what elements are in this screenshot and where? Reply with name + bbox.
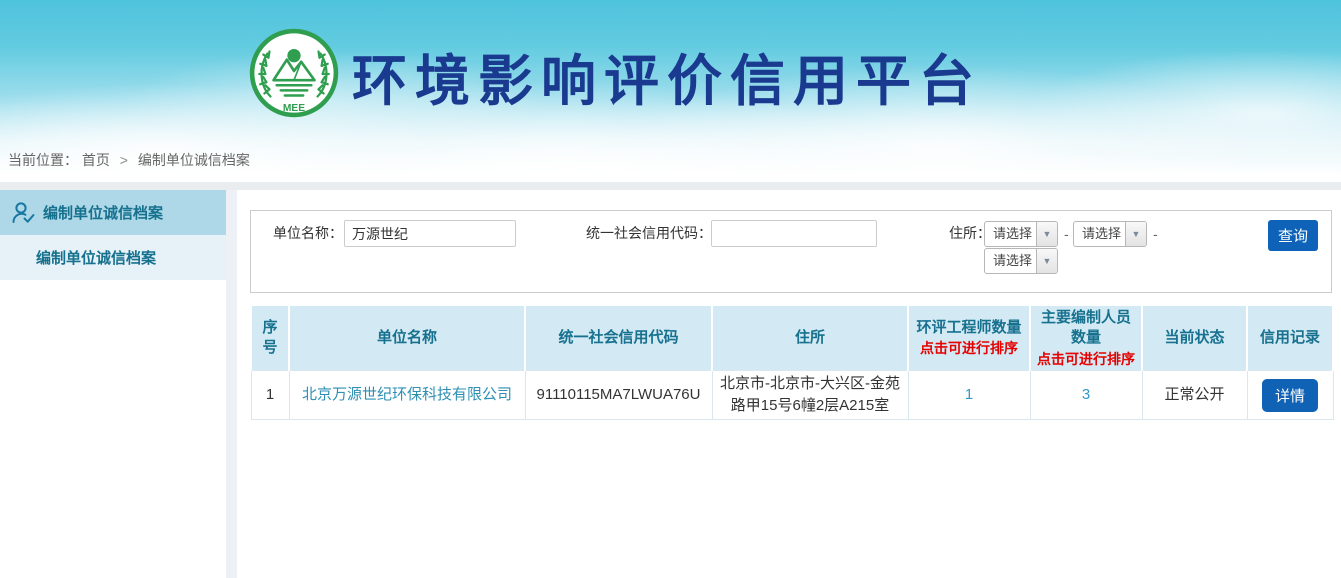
- row-address: 北京市-北京市-大兴区-金苑路甲15号6幢2层A215室: [712, 371, 908, 420]
- col-credit-record: 信用记录: [1247, 306, 1333, 371]
- main-content: 单位名称： 统一社会信用代码： 住所： 请选择 ▼ - 请选择 ▼ - 请选择 …: [250, 190, 1332, 420]
- address-dash-2: -: [1153, 221, 1158, 248]
- col-status: 当前状态: [1142, 306, 1247, 371]
- table-header-row: 序号 单位名称 统一社会信用代码 住所 环评工程师数量 点击可进行排序 主要编制…: [251, 306, 1333, 371]
- col-address: 住所: [712, 306, 908, 371]
- header-divider: [0, 182, 1341, 190]
- col-staff-count-label: 主要编制人员数量: [1035, 308, 1137, 349]
- unit-name-input[interactable]: [344, 220, 516, 247]
- col-engineer-count-label: 环评工程师数量: [913, 318, 1025, 338]
- breadcrumb-separator: >: [120, 152, 128, 168]
- sidebar: 编制单位诚信档案 编制单位诚信档案: [0, 190, 227, 280]
- chevron-down-icon: ▼: [1036, 222, 1057, 246]
- row-index: 1: [251, 371, 289, 420]
- breadcrumb-prefix: 当前位置：: [8, 152, 78, 168]
- sidebar-item-credit-archive[interactable]: 编制单位诚信档案: [0, 235, 227, 280]
- address-district-select[interactable]: 请选择 ▼: [984, 248, 1058, 274]
- credit-code-input[interactable]: [711, 220, 877, 247]
- detail-button[interactable]: 详情: [1262, 379, 1318, 412]
- row-status: 正常公开: [1142, 371, 1247, 420]
- col-staff-count-sort[interactable]: 主要编制人员数量 点击可进行排序: [1030, 306, 1142, 371]
- engineer-count-link[interactable]: 1: [965, 386, 973, 403]
- col-index: 序号: [251, 306, 289, 371]
- sort-hint: 点击可进行排序: [913, 339, 1025, 358]
- staff-count-link[interactable]: 3: [1082, 386, 1090, 403]
- col-unit-name: 单位名称: [289, 306, 525, 371]
- mee-logo-text: MEE: [283, 103, 305, 114]
- sidebar-item-label: 编制单位诚信档案: [36, 247, 156, 268]
- address-district-value: 请选择: [985, 249, 1036, 273]
- breadcrumb: 当前位置： 首页 > 编制单位诚信档案: [8, 150, 250, 170]
- address-province-select[interactable]: 请选择 ▼: [984, 221, 1058, 247]
- sidebar-content-divider: [226, 190, 237, 578]
- address-province-value: 请选择: [985, 222, 1036, 246]
- credit-code-label: 统一社会信用代码：: [586, 220, 712, 247]
- page: MEE 环境影响评价信用平台 当前位置： 首页 > 编制单位诚信档案 编制单位诚…: [0, 0, 1341, 578]
- mee-logo-icon: MEE: [248, 27, 340, 119]
- address-city-select[interactable]: 请选择 ▼: [1073, 221, 1147, 247]
- results-table: 序号 单位名称 统一社会信用代码 住所 环评工程师数量 点击可进行排序 主要编制…: [250, 306, 1334, 420]
- col-engineer-count-sort[interactable]: 环评工程师数量 点击可进行排序: [908, 306, 1030, 371]
- breadcrumb-current: 编制单位诚信档案: [138, 152, 250, 168]
- unit-name-label: 单位名称：: [273, 220, 343, 247]
- row-credit-code: 91110115MA7LWUA76U: [525, 371, 712, 420]
- address-city-value: 请选择: [1074, 222, 1125, 246]
- unit-name-link[interactable]: 北京万源世纪环保科技有限公司: [302, 386, 512, 403]
- sidebar-group-label: 编制单位诚信档案: [43, 202, 163, 223]
- site-title: 环境影响评价信用平台: [352, 36, 982, 116]
- query-button[interactable]: 查询: [1268, 220, 1318, 251]
- sidebar-group-credit-archive[interactable]: 编制单位诚信档案: [0, 190, 227, 235]
- table-row: 1 北京万源世纪环保科技有限公司 91110115MA7LWUA76U 北京市-…: [251, 371, 1333, 420]
- col-credit-code: 统一社会信用代码: [525, 306, 712, 371]
- sort-hint: 点击可进行排序: [1035, 350, 1137, 369]
- breadcrumb-home-link[interactable]: 首页: [82, 152, 110, 168]
- user-check-icon: [10, 200, 36, 226]
- chevron-down-icon: ▼: [1125, 222, 1146, 246]
- address-dash-1: -: [1064, 221, 1069, 248]
- chevron-down-icon: ▼: [1036, 249, 1057, 273]
- search-form: 单位名称： 统一社会信用代码： 住所： 请选择 ▼ - 请选择 ▼ - 请选择 …: [250, 210, 1332, 293]
